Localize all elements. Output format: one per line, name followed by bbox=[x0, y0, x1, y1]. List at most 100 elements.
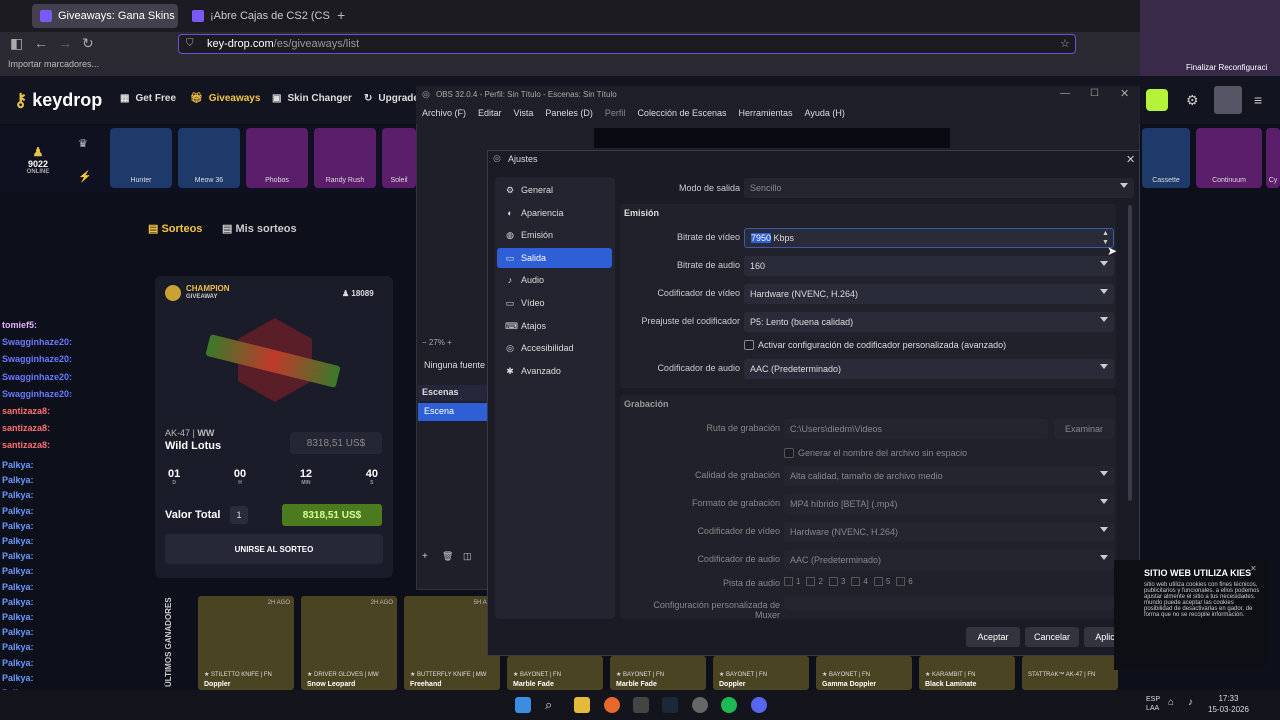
video-encoder-select[interactable]: Hardware (NVENC, H.264) bbox=[744, 284, 1114, 304]
chat-username[interactable]: tomief5: bbox=[2, 320, 37, 330]
winner-card[interactable]: STATTRAK™ AK-47 | FN bbox=[1022, 656, 1118, 690]
chat-username[interactable]: Palkya: bbox=[2, 612, 34, 622]
audio-track-checkbox[interactable]: 2 bbox=[806, 577, 823, 586]
new-tab-button[interactable]: + bbox=[337, 7, 345, 23]
nav-get-free[interactable]: ▦ Get Free bbox=[120, 93, 176, 104]
reload-icon[interactable]: ↻ bbox=[82, 35, 94, 52]
audio-track-checkbox[interactable]: 6 bbox=[896, 577, 913, 586]
preset-select[interactable]: P5: Lento (buena calidad) bbox=[744, 312, 1114, 332]
winner-card[interactable]: ★ KARAMBIT | FN Black Laminate bbox=[919, 656, 1015, 690]
menu-paneles[interactable]: Paneles (D) bbox=[539, 104, 599, 124]
trash-icon[interactable]: 🗑︎ bbox=[442, 551, 453, 562]
cancel-button[interactable]: Cancelar bbox=[1025, 627, 1079, 647]
chat-username[interactable]: Palkya: bbox=[2, 460, 34, 470]
chat-username[interactable]: santizaza8: bbox=[2, 406, 50, 416]
skin-card[interactable]: Cy bbox=[1266, 128, 1280, 188]
audio-encoder-select[interactable]: AAC (Predeterminado) bbox=[744, 359, 1114, 379]
volume-icon[interactable]: ♪ bbox=[1188, 697, 1193, 708]
import-bookmarks-link[interactable]: Importar marcadores... bbox=[8, 59, 99, 69]
chat-username[interactable]: Swagginhaze20: bbox=[2, 354, 72, 364]
wallet-button[interactable] bbox=[1146, 89, 1168, 111]
scene-item[interactable]: Escena bbox=[418, 403, 488, 421]
browser-tab-cajas[interactable]: ¡Abre Cajas de CS2 (CS:GO), Ga bbox=[184, 4, 330, 28]
bookmark-star-icon[interactable]: ☆ bbox=[1060, 37, 1070, 50]
skin-card[interactable]: Randy Rush bbox=[314, 128, 376, 188]
chat-username[interactable]: Palkya: bbox=[2, 551, 34, 561]
browser-tab-giveaways[interactable]: Giveaways: Gana Skins Gratuitas bbox=[32, 4, 178, 28]
chat-username[interactable]: Palkya: bbox=[2, 566, 34, 576]
scrollbar[interactable] bbox=[1128, 205, 1132, 501]
nav-upgrader[interactable]: ↻ Upgrader bbox=[364, 93, 423, 104]
menu-vista[interactable]: Vista bbox=[508, 104, 540, 124]
menu-ayuda[interactable]: Ayuda (H) bbox=[799, 104, 851, 124]
menu-editar[interactable]: Editar bbox=[472, 104, 508, 124]
rec-video-encoder-select[interactable]: Hardware (NVENC, H.264) bbox=[784, 522, 1114, 542]
forward-icon[interactable]: → bbox=[58, 35, 72, 51]
language-indicator[interactable]: ESP LAA bbox=[1146, 695, 1160, 713]
join-giveaway-button[interactable]: UNIRSE AL SORTEO bbox=[165, 534, 383, 564]
crown-icon[interactable]: ♛ bbox=[78, 137, 88, 150]
chat-username[interactable]: santizaza8: bbox=[2, 440, 50, 450]
audio-bitrate-select[interactable]: 160 bbox=[744, 256, 1114, 276]
skin-card[interactable]: Meow 36 bbox=[178, 128, 240, 188]
menu-coleccion[interactable]: Colección de Escenas bbox=[631, 104, 732, 124]
winner-card[interactable]: 2H AGO ★ DRIVER GLOVES | MW Snow Leopard bbox=[301, 596, 397, 690]
spotify-icon[interactable] bbox=[721, 697, 737, 713]
chat-username[interactable]: Palkya: bbox=[2, 658, 34, 668]
tab-mis-sorteos[interactable]: ▤ Mis sorteos bbox=[222, 222, 297, 235]
chat-username[interactable]: Palkya: bbox=[2, 506, 34, 516]
chat-username[interactable]: Palkya: bbox=[2, 642, 34, 652]
sidebar-toggle-icon[interactable]: ◧ bbox=[10, 35, 23, 52]
rec-path-input[interactable]: C:\Users\diedm\Videos bbox=[784, 419, 1048, 439]
lightning-icon[interactable]: ⚡ bbox=[78, 170, 92, 183]
chat-username[interactable]: Swagginhaze20: bbox=[2, 337, 72, 347]
discord-icon[interactable] bbox=[751, 697, 767, 713]
url-bar[interactable]: key-drop.com/es/giveaways/list bbox=[178, 34, 1076, 54]
winner-card[interactable]: ★ BAYONET | FN Marble Fade bbox=[610, 656, 706, 690]
cookie-close-icon[interactable]: ✕ bbox=[1250, 564, 1257, 573]
video-bitrate-spinbox[interactable]: 7950 Kbps bbox=[744, 228, 1114, 248]
winner-card[interactable]: 2H AGO ★ STILETTO KNIFE | FN Doppler bbox=[198, 596, 294, 690]
settings-icon[interactable]: ⚙ bbox=[1186, 92, 1199, 109]
rec-format-select[interactable]: MP4 híbrido [BETA] (.mp4) bbox=[784, 494, 1114, 514]
chat-username[interactable]: Swagginhaze20: bbox=[2, 372, 72, 382]
menu-perfil[interactable]: Perfil bbox=[599, 104, 632, 124]
menu-archivo[interactable]: Archivo (F) bbox=[416, 104, 472, 124]
skin-card[interactable]: Cassette bbox=[1142, 128, 1190, 188]
chat-username[interactable]: santizaza8: bbox=[2, 423, 50, 433]
dialog-close-icon[interactable]: ✕ bbox=[1126, 153, 1135, 166]
steam-icon[interactable] bbox=[662, 697, 678, 713]
skin-card[interactable]: Phobos bbox=[246, 128, 308, 188]
search-icon[interactable]: ⌕ bbox=[545, 697, 552, 713]
back-icon[interactable]: ← bbox=[34, 35, 48, 51]
chat-username[interactable]: Swagginhaze20: bbox=[2, 389, 72, 399]
winner-card[interactable]: ★ BAYONET | FN Gamma Doppler bbox=[816, 656, 912, 690]
browse-button[interactable]: Examinar bbox=[1054, 419, 1114, 439]
close-icon[interactable]: ✕ bbox=[1120, 87, 1129, 100]
minimize-icon[interactable]: — bbox=[1060, 88, 1070, 99]
filter-icon[interactable]: ◫ bbox=[463, 551, 472, 562]
sidebar-item-apariencia[interactable]: ◐ Apariencia bbox=[497, 203, 612, 223]
skin-card[interactable]: Soleil bbox=[382, 128, 416, 188]
accept-button[interactable]: Aceptar bbox=[966, 627, 1020, 647]
windows-start-icon[interactable] bbox=[515, 697, 531, 713]
keydrop-logo[interactable]: ⚷ keydrop bbox=[14, 90, 102, 111]
maximize-icon[interactable]: ☐ bbox=[1090, 88, 1099, 99]
audio-track-checkbox[interactable]: 5 bbox=[873, 577, 890, 586]
skin-card[interactable]: Hunter bbox=[110, 128, 172, 188]
audio-track-checkbox[interactable]: 3 bbox=[828, 577, 845, 586]
chat-username[interactable]: Palkya: bbox=[2, 536, 34, 546]
menu-herramientas[interactable]: Herramientas bbox=[733, 104, 799, 124]
obs-taskbar-icon[interactable] bbox=[692, 697, 708, 713]
clock[interactable]: 17:33 15-03-2026 bbox=[1208, 693, 1249, 715]
nav-giveaways[interactable]: 🎁︎ Giveaways bbox=[190, 93, 260, 104]
file-explorer-icon[interactable] bbox=[574, 697, 590, 713]
tab-sorteos[interactable]: ▤ Sorteos bbox=[148, 222, 202, 235]
network-icon[interactable]: ⌂ bbox=[1168, 697, 1174, 708]
audio-track-checkbox[interactable]: 4 bbox=[851, 577, 868, 586]
winner-card[interactable]: 5H AGO ★ BUTTERFLY KNIFE | MW Freehand bbox=[404, 596, 500, 690]
rec-audio-encoder-select[interactable]: AAC (Predeterminado) bbox=[784, 550, 1114, 570]
custom-encoder-checkbox[interactable] bbox=[744, 340, 754, 350]
chat-username[interactable]: Palkya: bbox=[2, 475, 34, 485]
chat-username[interactable]: Palkya: bbox=[2, 521, 34, 531]
